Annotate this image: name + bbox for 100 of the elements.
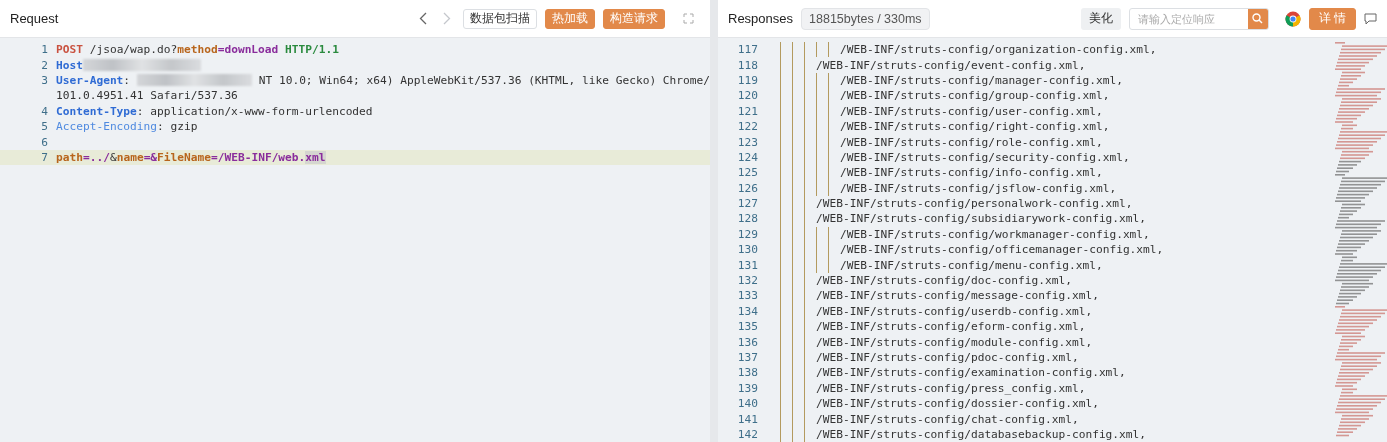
line-number: 5	[40, 120, 49, 134]
code-token: /WEB-INF/struts-config/chat-config.xml,	[816, 412, 1079, 426]
browser-icon[interactable]	[1284, 10, 1301, 27]
search-button[interactable]	[1247, 8, 1268, 29]
line-number: 2	[40, 58, 49, 72]
code-token: /WEB-INF/struts-config/info-config.xml,	[840, 166, 1103, 180]
line-number: 120	[736, 89, 759, 103]
code-token: Accept-Encoding	[56, 120, 158, 134]
code-token: =&	[143, 150, 158, 164]
line-number: 140	[736, 397, 759, 411]
line-number: 138	[736, 366, 759, 380]
line-number: 137	[736, 351, 759, 364]
line-number: 124	[736, 150, 759, 164]
search-field[interactable]: 请输入定位响应	[1128, 7, 1269, 30]
line-number: 7	[40, 150, 49, 164]
line-number: 126	[736, 181, 759, 195]
code-token: /WEB-INF/struts-config/pdoc-config.xml,	[816, 351, 1079, 364]
line-number: 3	[40, 73, 49, 87]
line-number: 1	[40, 43, 49, 57]
code-token: /WEB-INF/struts-config/doc-config.xml,	[816, 274, 1072, 288]
line-number: 141	[736, 412, 759, 426]
line-number: 132	[736, 274, 759, 288]
panel-title: Request	[10, 11, 59, 26]
code-token: method	[177, 43, 218, 57]
scan-button[interactable]: 数据包扫描	[463, 8, 537, 29]
line-number: 123	[736, 135, 759, 149]
code-token: /WEB-INF/struts-config/event-config.xml,	[816, 58, 1086, 72]
code-token: /WEB-INF/struts-config/officemanager-config.xml,	[840, 243, 1164, 257]
fullscreen-icon[interactable]	[683, 13, 694, 24]
code-token: xml	[305, 150, 326, 164]
code-token: POST	[56, 43, 83, 57]
code-token: Host	[56, 58, 83, 72]
search-icon	[1252, 13, 1264, 24]
action-button[interactable]: 构造请求	[603, 8, 665, 29]
line-number: 134	[736, 304, 759, 318]
code-token: /WEB-INF/struts-config/module-config.xml,	[816, 335, 1093, 349]
line-number: 118	[736, 58, 759, 72]
code-token: /WEB-INF/struts-config/examination-config.xml,	[816, 366, 1126, 380]
line-number: 131	[736, 258, 759, 272]
code-token: &	[109, 150, 117, 164]
code-token: /WEB-INF/struts-config/subsidiarywork-config.xml,	[816, 212, 1147, 226]
line-number: 135	[736, 320, 759, 334]
action-button[interactable]: 热加载	[545, 8, 595, 29]
line-number: 117	[736, 43, 759, 57]
code-token: /jsoa/wap.do?	[88, 43, 178, 57]
code-token: /WEB-INF/struts-config/user-config.xml,	[840, 104, 1103, 118]
code-token: name	[116, 150, 144, 164]
code-token: ../	[89, 150, 110, 164]
code-token: /WEB-INF/struts-config/press_config.xml,	[816, 381, 1086, 395]
response-stats: 18815bytes / 330ms	[801, 7, 930, 30]
code-token: /WEB-INF/struts-config/dossier-config.xml,	[816, 397, 1099, 411]
code-token: =	[217, 43, 225, 57]
code-token: NT 10.0; Win64; x64) AppleWebKit/537.36 (KHTML, like Gecko) Chrome/	[257, 73, 710, 87]
line-number: 142	[736, 427, 759, 441]
line-number: 125	[736, 166, 759, 180]
code-token: /WEB-INF/struts-config/jsflow-config.xml,	[840, 181, 1117, 195]
code-token: /WEB-INF/struts-config/eform-config.xml,	[816, 320, 1086, 334]
code-token: /WEB-INF/struts-config/menu-config.xml,	[840, 258, 1103, 272]
line-number: 122	[736, 120, 759, 134]
code-token: : application/x-www-form-urlencoded	[136, 104, 373, 118]
code-token: /WEB-INF/struts-config/userdb-config.xml,	[816, 304, 1093, 318]
comment-icon[interactable]	[1364, 12, 1377, 25]
code-token: /WEB-INF/struts-config/role-config.xml,	[840, 135, 1103, 149]
code-token: downLoad	[224, 43, 279, 57]
line-number: 121	[736, 104, 759, 118]
code-token: /WEB-INF/struts-config/message-config.xml,	[816, 289, 1099, 303]
code-token: /WEB-INF/struts-config/workmanager-config.xml,	[840, 227, 1150, 241]
line-number: 133	[736, 289, 759, 303]
line-number: 128	[736, 212, 759, 226]
beautify-button[interactable]: 美化	[1080, 7, 1121, 30]
chevron-right-icon	[443, 12, 451, 25]
code-token: :	[123, 73, 132, 87]
code-token: FileName	[157, 150, 211, 164]
code-token: path	[56, 150, 83, 164]
code-token: User-Agent	[56, 73, 124, 87]
line-number: 4	[40, 104, 49, 118]
code-token: 101.0.4951.41 Safari/537.36	[56, 89, 238, 103]
line-number: 130	[736, 243, 759, 257]
line-number: 129	[736, 227, 759, 241]
line-number: 127	[736, 197, 759, 211]
code-token: /WEB-INF/struts-config/group-config.xml,	[840, 89, 1110, 103]
code-token: Content-Type	[56, 104, 137, 118]
line-number: 136	[736, 335, 759, 349]
panel-title: Responses	[728, 11, 794, 26]
code-token: HTTP/1.1	[284, 43, 339, 57]
code-token: /WEB-INF/struts-config/security-config.xml,	[840, 150, 1130, 164]
code-token: /WEB-INF/struts-config/personalwork-config.xml,	[816, 197, 1133, 211]
code-token: /WEB-INF/struts-config/manager-config.xml,	[840, 73, 1123, 87]
line-number: 139	[736, 381, 759, 395]
code-token: =	[211, 150, 218, 164]
code-token: /WEB-INF/struts-config/organization-config.xml,	[840, 43, 1157, 57]
line-number: 6	[40, 135, 49, 149]
code-token: /WEB-INF/web.	[217, 150, 306, 164]
details-button[interactable]: 详 情	[1308, 7, 1356, 30]
code-token: /WEB-INF/struts-config/databasebackup-config.xml,	[816, 427, 1147, 441]
code-token: =	[82, 150, 90, 164]
code-token: : gzip	[157, 120, 198, 134]
line-number: 119	[736, 73, 759, 87]
chevron-left-icon	[419, 12, 427, 25]
code-token: /WEB-INF/struts-config/right-config.xml,	[840, 120, 1110, 134]
